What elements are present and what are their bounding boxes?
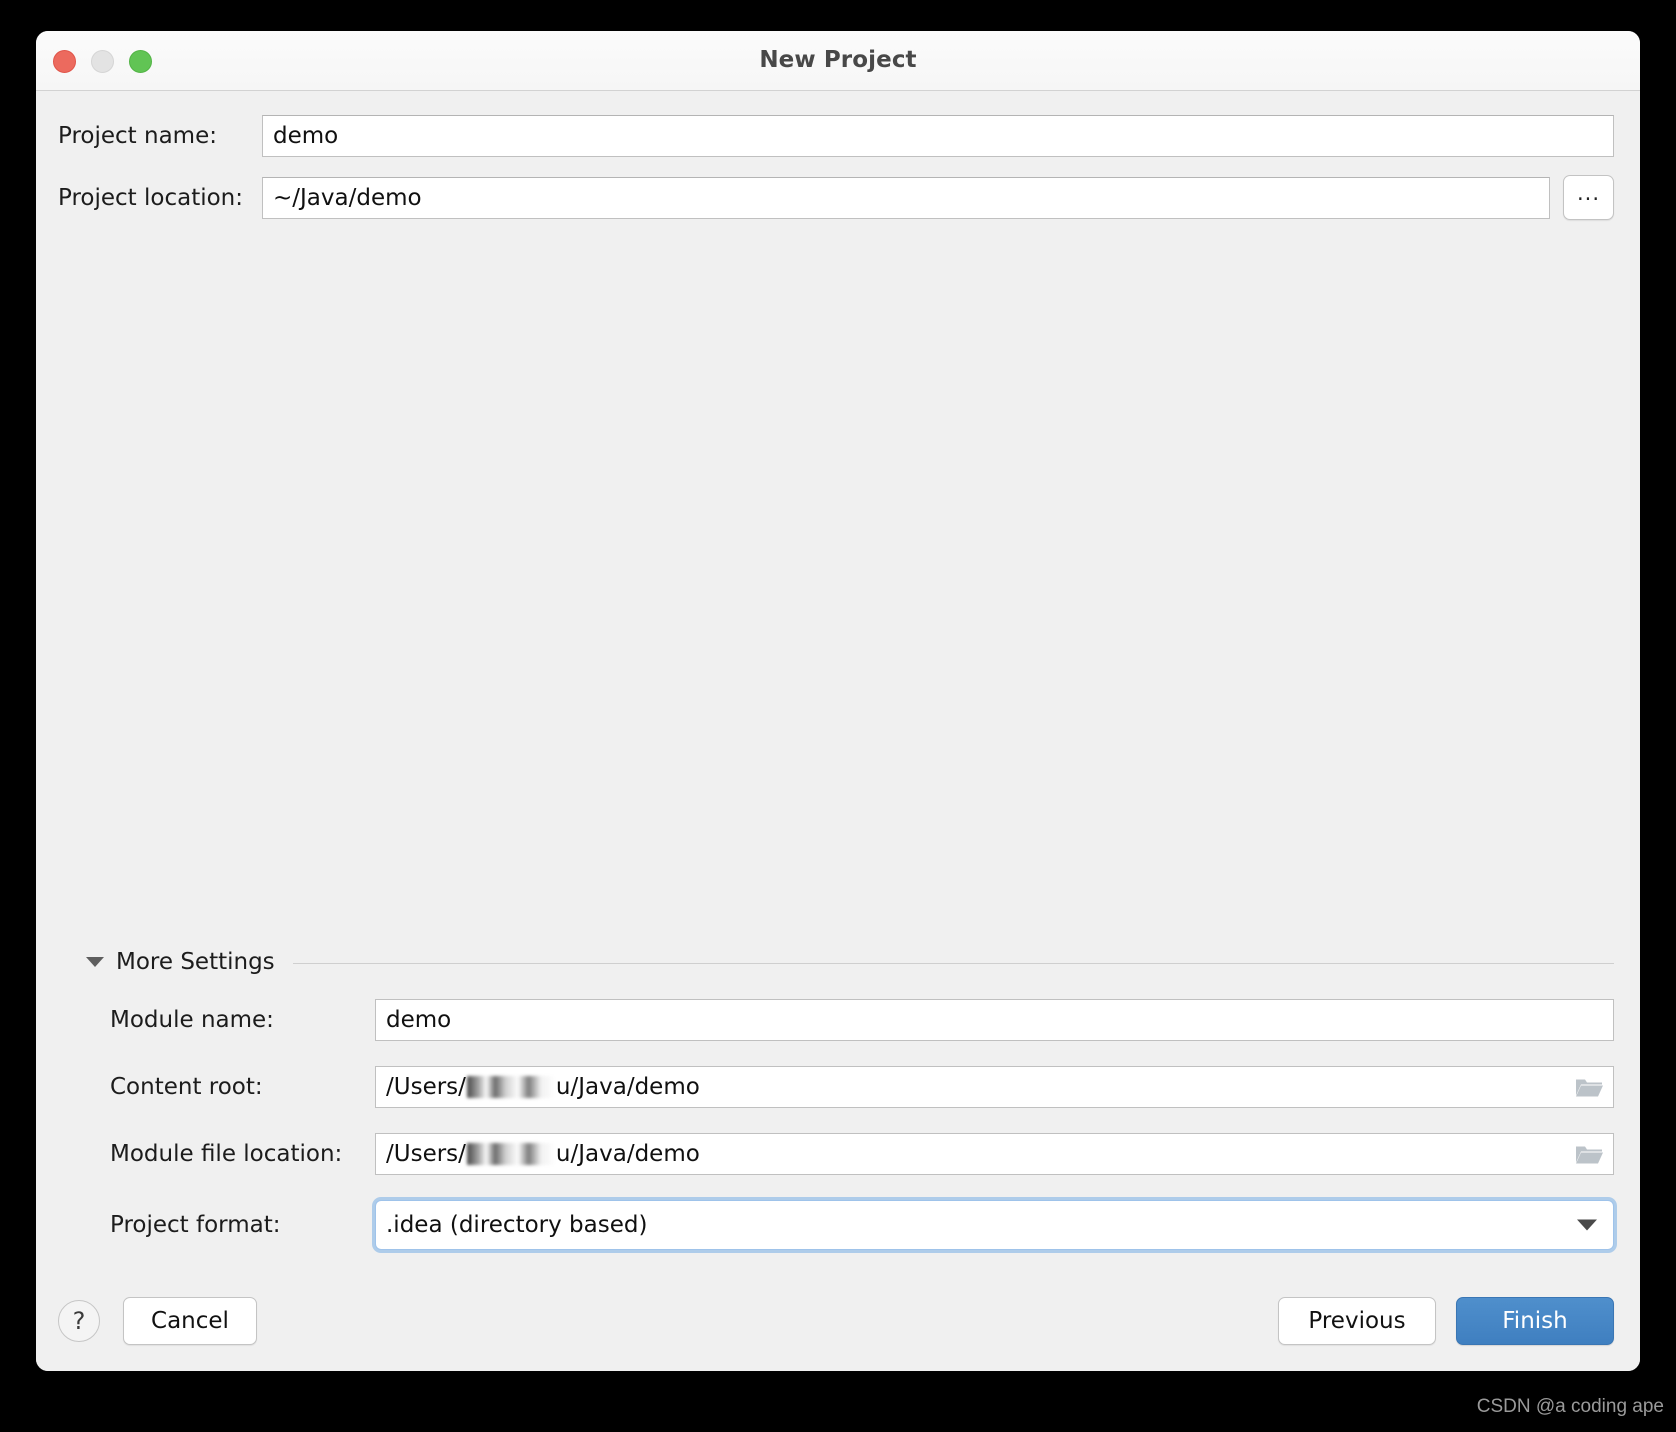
chevron-down-icon[interactable] (86, 957, 104, 967)
previous-button[interactable]: Previous (1278, 1297, 1436, 1345)
project-format-row: Project format: .idea (directory based) (110, 1200, 1614, 1250)
content-root-prefix: /Users/ (386, 1074, 466, 1100)
module-name-label: Module name: (110, 1007, 274, 1033)
finish-button[interactable]: Finish (1456, 1297, 1614, 1345)
content-root-input[interactable]: /Users/u/Java/demo (375, 1066, 1614, 1108)
settings-grid: Module name: demo Content root: /Users/u… (86, 981, 1614, 1250)
project-name-input[interactable]: demo (262, 115, 1614, 157)
module-file-location-suffix: u/Java/demo (555, 1141, 700, 1167)
redacted-username (466, 1076, 555, 1098)
folder-icon[interactable] (1575, 1144, 1603, 1165)
module-file-location-label: Module file location: (110, 1141, 343, 1167)
dialog-footer: ? Cancel Previous Finish (36, 1275, 1640, 1371)
project-name-label: Project name: (58, 123, 217, 149)
project-format-select[interactable]: .idea (directory based) (375, 1200, 1614, 1250)
chevron-down-icon[interactable] (1577, 1219, 1597, 1231)
content-root-label: Content root: (110, 1074, 263, 1100)
content-root-row: Content root: /Users/u/Java/demo (110, 1066, 1614, 1108)
project-format-label: Project format: (110, 1212, 281, 1238)
module-name-input[interactable]: demo (375, 999, 1614, 1041)
section-divider (292, 962, 1614, 964)
module-file-location-row: Module file location: /Users/u/Java/demo (110, 1133, 1614, 1175)
project-name-row: Project name: demo (58, 115, 1614, 157)
content-root-suffix: u/Java/demo (555, 1074, 700, 1100)
module-name-row: Module name: demo (110, 999, 1614, 1041)
empty-content-area (36, 238, 1640, 949)
cancel-button[interactable]: Cancel (123, 1297, 257, 1345)
project-location-input[interactable]: ~/Java/demo (262, 176, 1550, 219)
more-settings-section: More Settings Module name: demo Content … (36, 949, 1640, 1275)
window-title: New Project (759, 47, 917, 73)
more-settings-label: More Settings (116, 949, 275, 975)
module-name-value: demo (386, 1007, 452, 1033)
redacted-username (466, 1143, 555, 1165)
module-file-location-value: /Users/u/Java/demo (386, 1141, 700, 1167)
help-button[interactable]: ? (58, 1300, 100, 1342)
project-location-label: Project location: (58, 184, 244, 211)
content-root-value: /Users/u/Java/demo (386, 1074, 700, 1100)
watermark: CSDN @a coding ape (1476, 1396, 1664, 1417)
browse-location-button[interactable]: ... (1563, 175, 1614, 220)
dialog-body: Project name: demo Project location: ~/J… (36, 91, 1640, 1371)
top-form: Project name: demo Project location: ~/J… (36, 91, 1640, 238)
project-format-value: .idea (directory based) (386, 1212, 648, 1238)
more-settings-header[interactable]: More Settings (86, 949, 1614, 981)
title-bar: New Project (36, 31, 1640, 93)
folder-icon[interactable] (1575, 1077, 1603, 1098)
project-location-row: Project location: ~/Java/demo ... (58, 175, 1614, 220)
module-file-location-input[interactable]: /Users/u/Java/demo (375, 1133, 1614, 1175)
module-file-location-prefix: /Users/ (386, 1141, 466, 1167)
new-project-dialog: New Project Project name: demo Project l… (36, 31, 1640, 1371)
